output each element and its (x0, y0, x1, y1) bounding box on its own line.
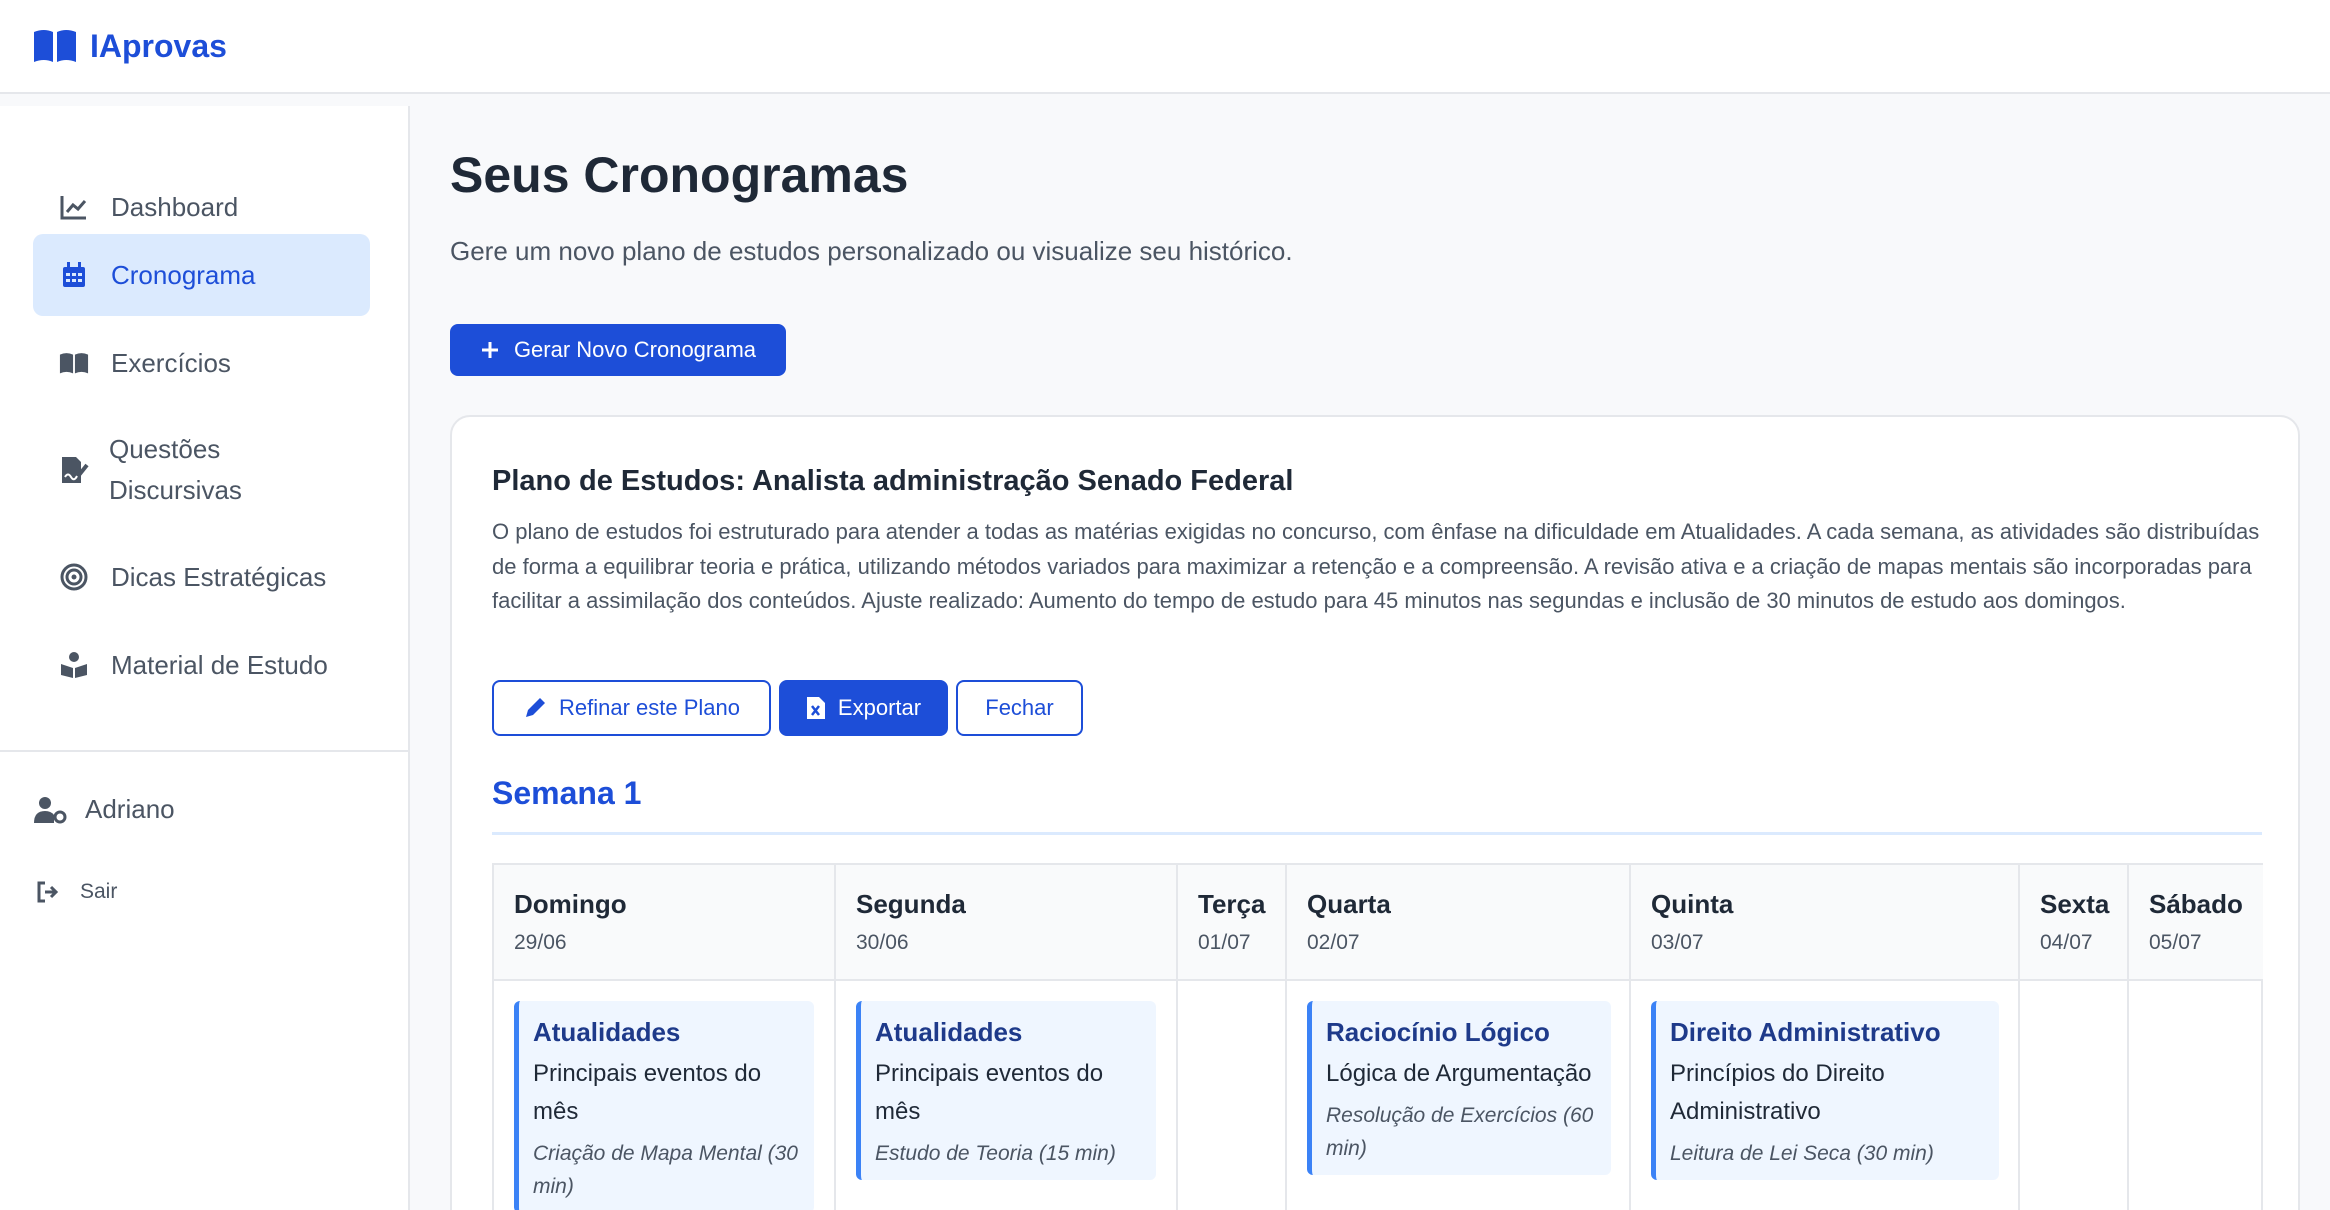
task-topic: Principais eventos do mês (533, 1060, 762, 1125)
study-task-card[interactable]: Raciocínio Lógico Lógica de Argumentação… (1307, 1001, 1611, 1175)
sidebar-item-label: Dashboard (111, 191, 239, 222)
file-excel-icon (806, 697, 825, 719)
day-header: Sábado 05/07 (2129, 865, 2263, 981)
sign-out-icon (37, 881, 59, 903)
sidebar-item-dicas-estrategicas[interactable]: Dicas Estratégicas (33, 536, 370, 618)
top-bar: IAprovas (0, 0, 2330, 94)
sidebar-item-exercicios[interactable]: Exercícios (33, 322, 370, 404)
day-column-sexta: Sexta 04/07 (2020, 865, 2129, 1210)
day-column-quarta: Quarta 02/07 Raciocínio Lógico Lógica de… (1287, 865, 1631, 1210)
sidebar-item-label: Cronograma (111, 259, 256, 290)
sidebar-item-label: Questões Discursivas (109, 434, 242, 505)
sidebar-item-cronograma[interactable]: Cronograma (33, 234, 370, 316)
week-divider (492, 832, 2262, 835)
plus-icon (481, 342, 498, 358)
bullseye-icon (59, 562, 89, 592)
study-plan-card: Plano de Estudos: Analista administração… (450, 415, 2300, 1210)
day-date: 03/07 (1651, 931, 1704, 954)
study-task-card[interactable]: Direito Administrativo Princípios do Dir… (1651, 1001, 1999, 1180)
sidebar: Dashboard Cronograma Exercícios Questões… (0, 106, 410, 1210)
task-method: Estudo de Teoria (15 min) (875, 1142, 1116, 1165)
day-column-terca: Terça 01/07 (1178, 865, 1287, 1210)
chart-line-icon (59, 192, 89, 222)
task-topic: Princípios do Direito Administrativo (1670, 1060, 1885, 1125)
day-header: Sexta 04/07 (2020, 865, 2127, 981)
task-subject: Direito Administrativo (1670, 1017, 1941, 1047)
task-subject: Atualidades (875, 1017, 1023, 1047)
day-header: Quinta 03/07 (1631, 865, 2018, 981)
day-name: Quinta (1651, 889, 1734, 919)
close-plan-label: Fechar (985, 695, 1054, 720)
user-name: Adriano (85, 794, 175, 824)
close-plan-button[interactable]: Fechar (956, 680, 1083, 736)
day-header: Domingo 29/06 (494, 865, 834, 981)
plan-description: O plano de estudos foi estruturado para … (492, 519, 2260, 613)
book-open-logo-icon (34, 30, 76, 62)
day-column-quinta: Quinta 03/07 Direito Administrativo Prin… (1631, 865, 2020, 1210)
task-subject: Raciocínio Lógico (1326, 1017, 1550, 1047)
day-date: 04/07 (2040, 931, 2093, 954)
user-cog-icon (34, 796, 67, 823)
day-date: 29/06 (514, 931, 567, 954)
day-name: Segunda (856, 889, 966, 919)
calendar-icon (59, 260, 89, 290)
export-button[interactable]: Exportar (779, 680, 948, 736)
file-signature-icon (59, 455, 89, 485)
task-subject: Atualidades (533, 1017, 681, 1047)
sidebar-divider (0, 750, 408, 752)
study-task-card[interactable]: Atualidades Principais eventos do mês Es… (856, 1001, 1156, 1180)
weekly-schedule-grid: Domingo 29/06 Atualidades Principais eve… (492, 863, 2263, 1210)
logout-button[interactable]: Sair (36, 880, 117, 904)
task-topic: Principais eventos do mês (875, 1060, 1104, 1125)
task-topic: Lógica de Argumentação (1326, 1060, 1592, 1087)
plan-title: Plano de Estudos: Analista administração… (492, 465, 1294, 497)
study-task-card[interactable]: Atualidades Principais eventos do mês Cr… (514, 1001, 814, 1210)
week-title: Semana 1 (492, 775, 642, 811)
task-method: Resolução de Exercícios (60 min) (1326, 1104, 1594, 1160)
day-column-segunda: Segunda 30/06 Atualidades Principais eve… (836, 865, 1178, 1210)
brand-name: IAprovas (90, 27, 227, 64)
day-name: Terça (1198, 889, 1266, 919)
day-date: 01/07 (1198, 931, 1251, 954)
day-date: 05/07 (2149, 931, 2202, 954)
sidebar-item-label: Dicas Estratégicas (111, 561, 327, 592)
brand-logo-link[interactable]: IAprovas (32, 28, 227, 65)
sidebar-item-label: Exercícios (111, 347, 231, 378)
book-open-icon (59, 348, 89, 378)
sidebar-item-questoes-discursivas[interactable]: Questões Discursivas (33, 406, 370, 534)
generate-schedule-button[interactable]: Gerar Novo Cronograma (450, 324, 786, 376)
task-method: Leitura de Lei Seca (30 min) (1670, 1142, 1934, 1165)
page-title: Seus Cronogramas (450, 147, 909, 203)
refine-plan-button[interactable]: Refinar este Plano (492, 680, 771, 736)
logout-label: Sair (80, 880, 118, 903)
day-name: Sexta (2040, 889, 2110, 919)
day-header: Terça 01/07 (1178, 865, 1285, 981)
sidebar-item-material-de-estudo[interactable]: Material de Estudo (33, 624, 370, 706)
export-label: Exportar (837, 695, 922, 720)
pencil-icon (526, 698, 545, 717)
day-header: Quarta 02/07 (1287, 865, 1629, 981)
task-method: Criação de Mapa Mental (30 min) (533, 1142, 798, 1198)
plan-actions: Refinar este Plano Exportar Fechar (492, 680, 1083, 736)
refine-plan-label: Refinar este Plano (559, 695, 740, 720)
day-name: Sábado (2149, 889, 2243, 919)
day-date: 30/06 (856, 931, 909, 954)
sidebar-item-label: Material de Estudo (111, 649, 328, 680)
page-subtitle: Gere um novo plano de estudos personaliz… (450, 236, 1293, 266)
day-date: 02/07 (1307, 931, 1360, 954)
generate-schedule-label: Gerar Novo Cronograma (513, 337, 757, 362)
day-column-sabado: Sábado 05/07 (2129, 865, 2263, 1210)
day-name: Quarta (1307, 889, 1391, 919)
user-profile[interactable]: Adriano (33, 794, 175, 825)
day-column-domingo: Domingo 29/06 Atualidades Principais eve… (494, 865, 836, 1210)
book-reader-icon (59, 650, 89, 680)
day-name: Domingo (514, 889, 627, 919)
day-header: Segunda 30/06 (836, 865, 1176, 981)
